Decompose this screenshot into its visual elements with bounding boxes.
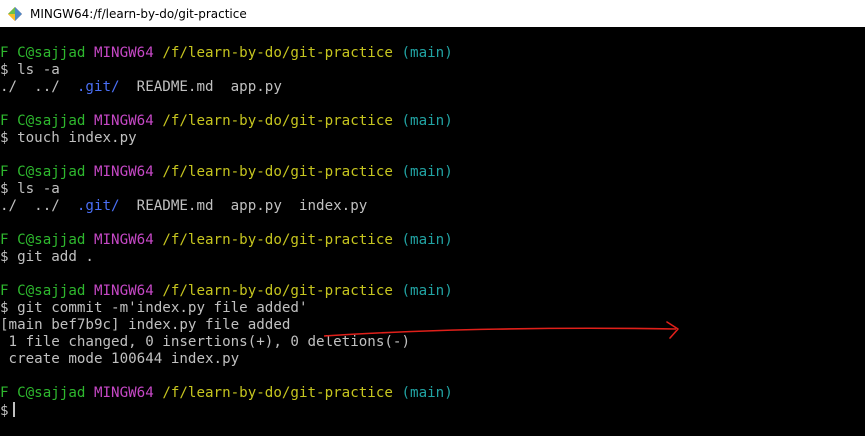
window-title: MINGW64:/f/learn-by-do/git-practice xyxy=(30,6,247,21)
prompt-line: F C@sajjad MINGW64 /f/learn-by-do/git-pr… xyxy=(0,283,865,300)
prompt-symbol: $ xyxy=(0,249,18,265)
output-line: [main bef7b9c] index.py file added xyxy=(0,317,865,334)
output-line: 1 file changed, 0 insertions(+), 0 delet… xyxy=(0,334,865,351)
command-line: $ git commit -m'index.py file added' xyxy=(0,300,865,317)
command-line: $ ls -a xyxy=(0,181,865,198)
output-text: ./ ../ xyxy=(0,79,77,95)
prompt-symbol: $ xyxy=(0,300,18,316)
terminal-window: MINGW64:/f/learn-by-do/git-practice F C@… xyxy=(0,0,865,436)
output-text: .git/ xyxy=(76,198,120,214)
prompt-branch: (main) xyxy=(401,113,453,129)
prompt-path: /f/learn-by-do/git-practice xyxy=(162,232,393,248)
output-text: create mode 100644 index.py xyxy=(0,351,240,367)
prompt-branch: (main) xyxy=(401,164,453,180)
command-line: $ git add . xyxy=(0,249,865,266)
prompt-user: F C@sajjad xyxy=(0,113,86,129)
active-command-line[interactable]: $ xyxy=(0,402,865,419)
command-line: $ ls -a xyxy=(0,62,865,79)
prompt-host: MINGW64 xyxy=(93,283,154,299)
prompt-line: F C@sajjad MINGW64 /f/learn-by-do/git-pr… xyxy=(0,385,865,402)
prompt-path: /f/learn-by-do/git-practice xyxy=(162,45,393,61)
output-text: 1 file changed, 0 insertions(+), 0 delet… xyxy=(0,334,410,350)
prompt-symbol: $ xyxy=(0,403,9,419)
prompt-host: MINGW64 xyxy=(93,45,154,61)
prompt-line: F C@sajjad MINGW64 /f/learn-by-do/git-pr… xyxy=(0,232,865,249)
prompt-path: /f/learn-by-do/git-practice xyxy=(162,283,393,299)
prompt-host: MINGW64 xyxy=(93,385,154,401)
prompt-line: F C@sajjad MINGW64 /f/learn-by-do/git-pr… xyxy=(0,164,865,181)
git-bash-icon xyxy=(6,5,24,23)
prompt-path: /f/learn-by-do/git-practice xyxy=(162,113,393,129)
output-text: .git/ xyxy=(76,79,120,95)
output-line: ./ ../ .git/ README.md app.py index.py xyxy=(0,198,865,215)
prompt-user: F C@sajjad xyxy=(0,164,86,180)
prompt-symbol: $ xyxy=(0,130,18,146)
prompt-path: /f/learn-by-do/git-practice xyxy=(162,164,393,180)
text-cursor xyxy=(12,402,15,417)
output-text: [main bef7b9c] index.py file added xyxy=(0,317,291,333)
output-line: create mode 100644 index.py xyxy=(0,351,865,368)
output-text: ./ ../ xyxy=(0,198,77,214)
command-text: git commit -m'index.py file added' xyxy=(17,300,308,316)
output-text: README.md app.py xyxy=(119,79,282,95)
command-line: $ touch index.py xyxy=(0,130,865,147)
prompt-host: MINGW64 xyxy=(93,232,154,248)
output-line: ./ ../ .git/ README.md app.py xyxy=(0,79,865,96)
prompt-host: MINGW64 xyxy=(93,164,154,180)
command-text: ls -a xyxy=(17,181,60,197)
prompt-user: F C@sajjad xyxy=(0,232,86,248)
prompt-symbol: $ xyxy=(0,181,18,197)
command-text: git add . xyxy=(17,249,94,265)
prompt-line: F C@sajjad MINGW64 /f/learn-by-do/git-pr… xyxy=(0,45,865,62)
prompt-path: /f/learn-by-do/git-practice xyxy=(162,385,393,401)
command-text: ls -a xyxy=(17,62,60,78)
command-text: touch index.py xyxy=(17,130,137,146)
prompt-user: F C@sajjad xyxy=(0,45,86,61)
prompt-branch: (main) xyxy=(401,283,453,299)
prompt-branch: (main) xyxy=(401,45,453,61)
prompt-line: F C@sajjad MINGW64 /f/learn-by-do/git-pr… xyxy=(0,113,865,130)
prompt-user: F C@sajjad xyxy=(0,283,86,299)
prompt-branch: (main) xyxy=(401,232,453,248)
title-bar: MINGW64:/f/learn-by-do/git-practice xyxy=(0,0,865,27)
output-text: README.md app.py index.py xyxy=(119,198,368,214)
prompt-host: MINGW64 xyxy=(93,113,154,129)
prompt-symbol: $ xyxy=(0,62,18,78)
terminal-output[interactable]: F C@sajjad MINGW64 /f/learn-by-do/git-pr… xyxy=(0,45,865,419)
prompt-branch: (main) xyxy=(401,385,453,401)
prompt-user: F C@sajjad xyxy=(0,385,86,401)
